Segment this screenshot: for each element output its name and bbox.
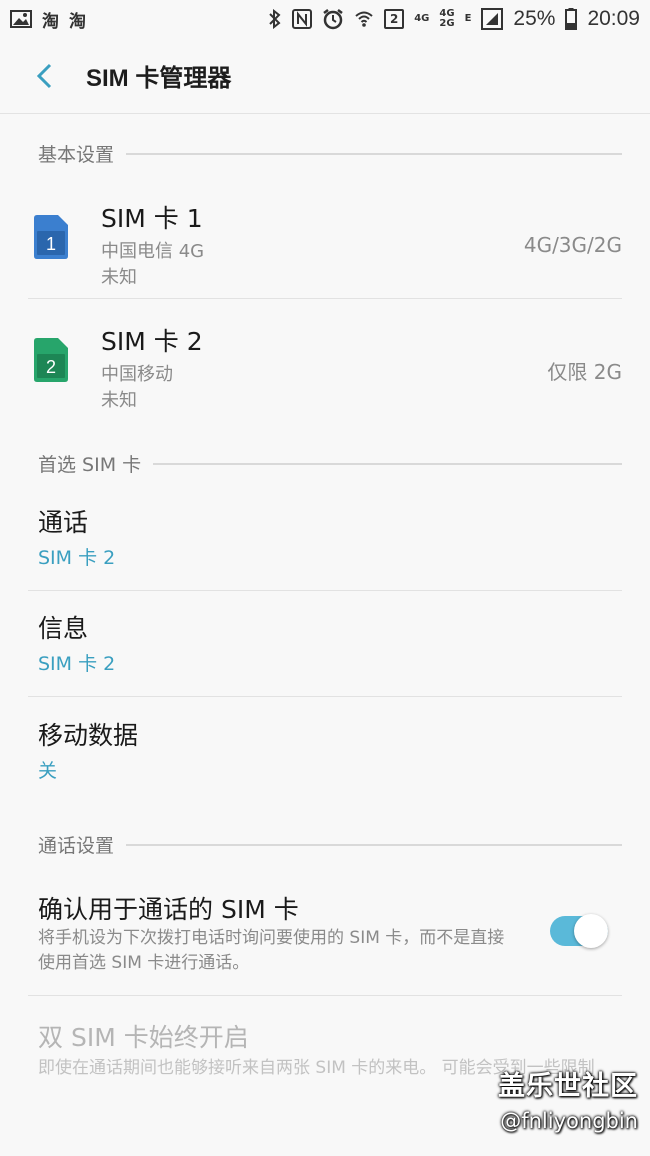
preferred-message-title: 信息 — [38, 614, 89, 643]
status-left: 淘 淘 — [10, 7, 86, 32]
dual-sim-always-on-title: 双 SIM 卡始终开启 — [38, 1023, 249, 1052]
confirm-sim-for-calls-title: 确认用于通话的 SIM 卡 — [38, 895, 299, 924]
preferred-call-value: SIM 卡 2 — [38, 547, 116, 569]
preferred-message-row[interactable]: 信息 SIM 卡 2 — [28, 591, 622, 697]
status-bar: 淘 淘 2 4G 4G 2G E 25% 20:09 — [0, 0, 650, 38]
section-header-preferred-label: 首选 SIM 卡 — [38, 454, 142, 476]
clock: 20:09 — [587, 7, 640, 30]
battery-percent: 25% — [513, 7, 556, 30]
preferred-mobile-data-title: 移动数据 — [38, 721, 139, 750]
taobao-icon-2: 淘 — [69, 11, 86, 31]
sim-card-2-name: SIM 卡 2 — [101, 327, 203, 356]
section-header-preferred: 首选 SIM 卡 — [38, 450, 622, 477]
section-divider — [153, 462, 622, 465]
section-header-basic: 基本设置 — [38, 140, 622, 167]
watermark: 盖乐世社区 @fnliyongbin — [498, 1064, 638, 1133]
preferred-call-title: 通话 — [38, 508, 89, 537]
wifi-icon — [354, 9, 374, 29]
confirm-sim-for-calls-description: 将手机设为下次拨打电话时询问要使用的 SIM 卡，而不是直接使用首选 SIM 卡… — [38, 928, 505, 973]
status-right: 2 4G 4G 2G E 25% 20:09 — [268, 7, 640, 31]
sim-card-1-badge: 1 — [46, 234, 56, 254]
signal-sim1-icon: 4G — [414, 14, 429, 24]
bluetooth-icon — [268, 9, 282, 29]
preferred-call-row[interactable]: 通话 SIM 卡 2 — [28, 485, 622, 591]
section-header-basic-label: 基本设置 — [38, 144, 115, 166]
sim-card-2-icon: 2 — [34, 338, 68, 382]
sim-card-2-status: 未知 — [101, 390, 137, 411]
sim-card-2-operator: 中国移动 — [101, 364, 173, 385]
sim-card-1-status: 未知 — [101, 267, 137, 288]
taobao-icon: 淘 — [42, 11, 59, 31]
sim-card-2-row[interactable]: 2 SIM 卡 2 中国移动 未知 仅限 2G — [28, 300, 622, 422]
section-header-call-settings-label: 通话设置 — [38, 835, 115, 857]
section-divider — [126, 843, 622, 846]
preferred-mobile-data-value: 关 — [38, 760, 58, 782]
section-header-call-settings: 通话设置 — [38, 831, 622, 858]
preferred-message-value: SIM 卡 2 — [38, 653, 116, 675]
nfc-icon — [292, 9, 313, 29]
alarm-icon — [322, 8, 344, 30]
sim-slot-badge-icon: 2 — [384, 9, 405, 29]
back-button[interactable] — [14, 46, 74, 106]
preferred-mobile-data-row[interactable]: 移动数据 关 — [38, 698, 622, 804]
watermark-user: @fnliyongbin — [500, 1109, 638, 1133]
sim-card-1-row[interactable]: 1 SIM 卡 1 中国电信 4G 未知 4G/3G/2G — [28, 177, 622, 299]
sim-card-2-network-mode: 仅限 2G — [547, 360, 622, 384]
section-divider — [126, 152, 622, 155]
confirm-sim-for-calls-row[interactable]: 确认用于通话的 SIM 卡 将手机设为下次拨打电话时询问要使用的 SIM 卡，而… — [28, 872, 622, 996]
net-sim2-bottom-label: 2G — [439, 18, 455, 29]
sim-card-2-badge: 2 — [46, 357, 56, 377]
cell-signal-icon — [481, 8, 504, 30]
signal-sim2-icon: 4G 2G — [439, 9, 454, 29]
sim-card-1-name: SIM 卡 1 — [101, 204, 203, 233]
page-title: SIM 卡管理器 — [86, 65, 232, 92]
gallery-icon — [10, 10, 32, 28]
edge-label: E — [464, 13, 472, 24]
battery-icon — [565, 8, 578, 30]
chevron-left-icon — [36, 63, 52, 88]
sim-card-1-operator: 中国电信 4G — [101, 241, 205, 262]
sim-card-1-icon: 1 — [34, 215, 68, 259]
switch-knob — [574, 914, 608, 948]
confirm-sim-for-calls-switch[interactable] — [550, 914, 608, 948]
app-bar: SIM 卡管理器 — [0, 38, 650, 114]
watermark-title: 盖乐世社区 — [498, 1071, 638, 1102]
net-sim1-label: 4G — [414, 13, 430, 24]
sim-card-1-network-mode: 4G/3G/2G — [523, 233, 622, 257]
